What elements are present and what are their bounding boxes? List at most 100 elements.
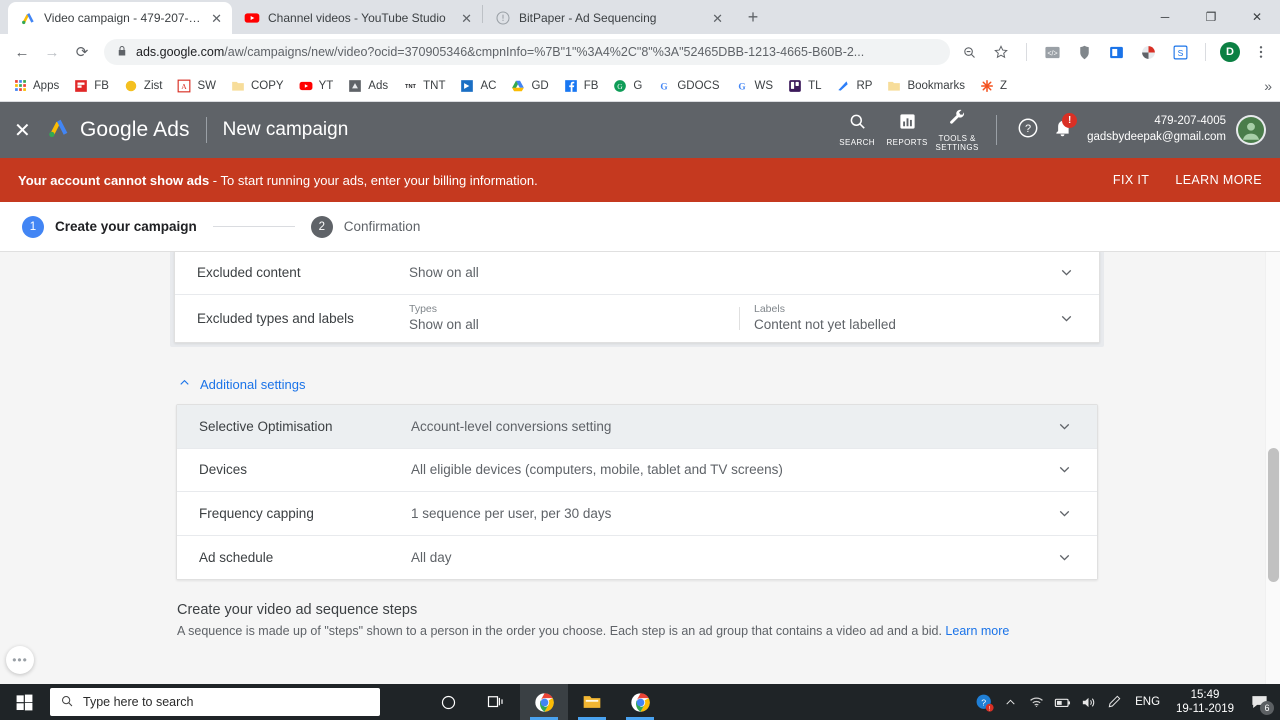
taskbar-clock[interactable]: 15:49 19-11-2019 [1168, 688, 1242, 717]
bluebook-extension-icon[interactable] [1105, 41, 1127, 63]
new-tab-button[interactable]: + [739, 3, 767, 31]
bookmark-bookmarks-folder[interactable]: Bookmarks [880, 75, 971, 97]
windows-taskbar: Type here to search ? ! ENG 15:49 19-11-… [0, 684, 1280, 720]
excluded-settings-card: Excluded content Show on all Excluded ty… [174, 252, 1100, 343]
notifications-button[interactable]: ! [1045, 113, 1079, 143]
more-options-fab[interactable]: ••• [6, 646, 34, 674]
bookmark-star-icon[interactable] [990, 41, 1012, 63]
battery-icon[interactable] [1049, 684, 1075, 720]
setting-label: Ad schedule [199, 549, 274, 565]
setting-row-frequency-capping[interactable]: Frequency capping 1 sequence per user, p… [177, 492, 1097, 536]
setting-row-excluded-types-labels[interactable]: Excluded types and labels Types Show on … [175, 295, 1099, 342]
taskbar-cortana-button[interactable] [424, 684, 472, 720]
sequence-learn-more-link[interactable]: Learn more [945, 624, 1009, 638]
honey-extension-icon[interactable] [1137, 41, 1159, 63]
tools-settings-button[interactable]: TOOLS & SETTINGS [932, 108, 982, 152]
chevron-down-icon[interactable] [1053, 461, 1075, 478]
tab-close-icon[interactable]: ✕ [211, 12, 222, 25]
bookmark-sw[interactable]: A SW [170, 75, 222, 97]
setting-row-selective-optimisation[interactable]: Selective Optimisation Account-level con… [177, 405, 1097, 449]
chevron-down-icon[interactable] [1053, 505, 1075, 522]
action-center-button[interactable]: 6 [1242, 684, 1276, 720]
bookmark-ac[interactable]: AC [453, 75, 502, 97]
language-indicator[interactable]: ENG [1127, 696, 1168, 708]
close-campaign-button[interactable]: ✕ [14, 118, 44, 143]
tab-strip: Video campaign - 479-207-4005 ✕ Channel … [0, 0, 1280, 34]
learn-more-button[interactable]: LEARN MORE [1175, 173, 1262, 187]
help-blue-icon[interactable]: ?! [971, 684, 997, 720]
back-button[interactable]: ← [8, 38, 36, 66]
setting-row-devices[interactable]: Devices All eligible devices (computers,… [177, 448, 1097, 492]
stepper-step-2[interactable]: 2 Confirmation [310, 215, 420, 238]
pen-icon[interactable] [1101, 684, 1127, 720]
volume-icon[interactable] [1075, 684, 1101, 720]
bookmark-zist[interactable]: Zist [117, 75, 169, 97]
kebab-menu-icon[interactable] [1250, 41, 1272, 63]
bookmark-ws[interactable]: G WS [728, 75, 780, 97]
chevron-down-icon[interactable] [1053, 418, 1075, 435]
chevron-down-icon[interactable] [1055, 264, 1077, 281]
google-ads-brand[interactable]: Google Ads [46, 115, 190, 145]
bookmark-copy[interactable]: COPY [224, 75, 290, 97]
bookmark-gdocs[interactable]: G GDOCS [650, 75, 725, 97]
address-bar[interactable]: ads.google.com/aw/campaigns/new/video?oc… [104, 39, 950, 65]
bookmarks-overflow-icon[interactable]: » [1264, 78, 1272, 94]
taskbar-chrome-active[interactable] [520, 684, 568, 720]
bookmark-apps[interactable]: Apps [6, 75, 65, 97]
tab-title: Video campaign - 479-207-4005 [44, 11, 204, 25]
browser-tab-0[interactable]: Video campaign - 479-207-4005 ✕ [8, 2, 232, 34]
bookmark-tnt[interactable]: TNT TNT [396, 75, 451, 97]
additional-settings-toggle[interactable]: Additional settings [177, 375, 1111, 393]
show-hidden-icons-chevron-up-icon[interactable] [997, 684, 1023, 720]
excluded-types-column: Types Show on all [409, 302, 739, 336]
fix-it-button[interactable]: FIX IT [1113, 173, 1149, 187]
settings-scroll-area[interactable]: Excluded content Show on all Excluded ty… [0, 252, 1280, 684]
zoom-out-icon[interactable] [958, 41, 980, 63]
maximize-button[interactable]: ❐ [1188, 0, 1234, 34]
system-tray: ?! ENG 15:49 19-11-2019 6 [971, 684, 1280, 720]
bookmark-rp[interactable]: RP [829, 75, 878, 97]
windows-start-button[interactable] [0, 684, 48, 720]
setting-value: Account-level conversions setting [411, 418, 612, 434]
taskbar-chrome-second[interactable] [616, 684, 664, 720]
bookmark-z[interactable]: Z [973, 75, 1013, 97]
tab-close-icon[interactable]: ✕ [712, 12, 723, 25]
taskbar-search-box[interactable]: Type here to search [50, 688, 380, 716]
chevron-down-icon[interactable] [1055, 310, 1077, 327]
chrome-profile-avatar[interactable]: D [1220, 42, 1240, 62]
account-info[interactable]: 479-207-4005 gadsbydeepak@gmail.com [1087, 114, 1226, 145]
code-extension-icon[interactable]: </> [1041, 41, 1063, 63]
bookmark-ads[interactable]: Ads [341, 75, 394, 97]
shield-extension-icon[interactable] [1073, 41, 1095, 63]
help-button[interactable]: ? [1011, 117, 1045, 144]
taskbar-file-explorer[interactable] [568, 684, 616, 720]
stepper-step-1[interactable]: 1 Create your campaign [22, 215, 197, 238]
setting-row-ad-schedule[interactable]: Ad schedule All day [177, 535, 1097, 579]
avatar[interactable] [1236, 115, 1266, 145]
bookmark-g-green[interactable]: G G [606, 75, 648, 97]
tab-close-icon[interactable]: ✕ [461, 12, 472, 25]
browser-tab-2[interactable]: BitPaper - Ad Sequencing ✕ [483, 2, 733, 34]
window-controls: ─ ❐ ✕ [1142, 0, 1280, 34]
close-window-button[interactable]: ✕ [1234, 0, 1280, 34]
forward-button[interactable]: → [38, 38, 66, 66]
bookmark-gd[interactable]: GD [504, 75, 554, 97]
page-scrollbar[interactable] [1265, 252, 1280, 684]
minimize-button[interactable]: ─ [1142, 0, 1188, 34]
bookmark-fb-flipboard[interactable]: FB [67, 75, 115, 97]
scrollbar-thumb[interactable] [1268, 448, 1279, 582]
bookmark-label: Zist [143, 79, 163, 92]
s-extension-icon[interactable]: S [1169, 41, 1191, 63]
search-tool-button[interactable]: SEARCH [832, 112, 882, 147]
browser-tab-1[interactable]: Channel videos - YouTube Studio ✕ [232, 2, 482, 34]
types-value: Show on all [409, 317, 479, 333]
reload-button[interactable]: ⟳ [68, 38, 96, 66]
setting-row-excluded-content[interactable]: Excluded content Show on all [175, 252, 1099, 295]
bookmark-tl-trello[interactable]: TL [781, 75, 827, 97]
chevron-down-icon[interactable] [1053, 549, 1075, 566]
bookmark-facebook[interactable]: FB [557, 75, 605, 97]
bookmark-yt[interactable]: YT [292, 75, 340, 97]
wifi-icon[interactable] [1023, 684, 1049, 720]
taskbar-task-view-button[interactable] [472, 684, 520, 720]
reports-tool-button[interactable]: REPORTS [882, 112, 932, 147]
